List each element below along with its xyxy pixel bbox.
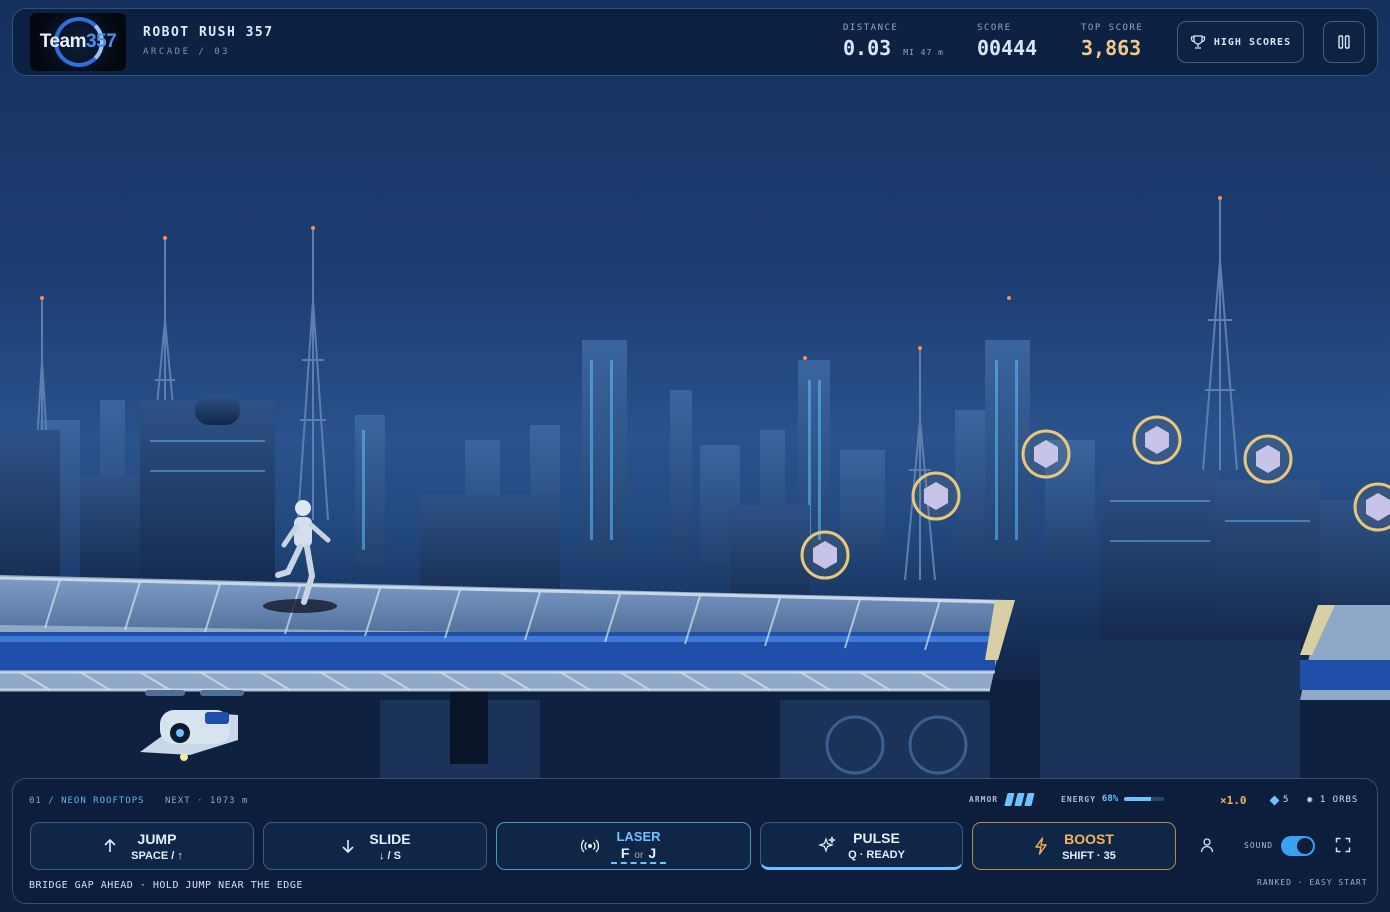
distance-stat: DISTANCE 0.03 MI 47 m xyxy=(843,23,944,60)
level-indicator: 01 / NEON ROOFTOPS xyxy=(29,796,145,806)
top-score-label: TOP SCORE xyxy=(1081,23,1144,33)
armor-label: ARMOR xyxy=(969,795,999,804)
energy-value: 68% xyxy=(1101,794,1119,804)
high-scores-label: HIGH SCORES xyxy=(1213,36,1292,48)
armor-pip xyxy=(1014,793,1025,806)
slide-label: SLIDE xyxy=(369,830,411,847)
laser-key-b: J xyxy=(648,844,657,861)
jump-button[interactable]: JUMP SPACE / ↑ xyxy=(30,822,254,870)
game-scene[interactable] xyxy=(0,0,1390,912)
profile-button[interactable] xyxy=(1199,837,1215,853)
pulse-label: PULSE xyxy=(853,829,900,846)
next-distance: NEXT · 1073 m xyxy=(165,796,249,806)
arrow-up-icon xyxy=(101,837,119,855)
slide-key: ↓ / S xyxy=(378,849,401,862)
broadcast-icon xyxy=(580,837,599,855)
team-logo: Team357 xyxy=(30,13,126,71)
armor-pip xyxy=(1004,793,1015,806)
laser-key-or: or xyxy=(634,849,644,861)
boost-button[interactable]: BOOST SHIFT · 35 xyxy=(972,822,1176,870)
energy-label: ENERGY xyxy=(1061,794,1096,804)
game-title: ROBOT RUSH 357 xyxy=(143,25,274,40)
pulse-key: Q · READY xyxy=(848,848,905,861)
game-mode: RANKED · EASY START xyxy=(1257,878,1368,887)
lightning-icon xyxy=(1032,837,1050,855)
armor-pip xyxy=(1024,793,1035,806)
jump-key: SPACE / ↑ xyxy=(131,849,183,862)
pause-icon xyxy=(1338,35,1350,49)
orb-count: ◉ 1 ORBS xyxy=(1307,795,1358,805)
top-score-value: 3,863 xyxy=(1081,36,1142,60)
energy-bar xyxy=(1124,797,1165,801)
score-stat: SCORE 00444 xyxy=(977,23,1037,60)
orb-icon: ◉ xyxy=(1307,795,1314,805)
laser-keys: For J xyxy=(610,844,667,864)
energy-meter: ENERGY 68% xyxy=(1061,794,1165,804)
sound-toggle[interactable] xyxy=(1281,836,1315,856)
distance-unit: MI 47 m xyxy=(903,48,944,57)
bottom-hud: 01 / NEON ROOFTOPS NEXT · 1073 m ARMOR E… xyxy=(12,778,1378,904)
pulse-button[interactable]: PULSE Q · READY xyxy=(760,822,963,870)
logo-text-b: 357 xyxy=(86,31,117,52)
boost-key: SHIFT · 35 xyxy=(1062,849,1116,862)
boost-label: BOOST xyxy=(1064,830,1114,847)
bridge-platform xyxy=(0,575,1015,692)
score-value: 00444 xyxy=(977,36,1038,60)
fullscreen-button[interactable] xyxy=(1335,837,1351,853)
gem-count-value: 5 xyxy=(1283,795,1289,805)
jump-label: JUMP xyxy=(137,830,177,847)
gem-count: 5 xyxy=(1269,795,1289,805)
toggle-knob xyxy=(1297,838,1313,854)
logo-text-a: Team xyxy=(39,31,87,52)
arrow-down-icon xyxy=(339,837,357,855)
trophy-icon xyxy=(1190,35,1206,49)
top-hud: Team357 ROBOT RUSH 357 ARCADE / 03 DISTA… xyxy=(12,8,1378,76)
score-multiplier: ×1.0 xyxy=(1220,794,1247,807)
armor-meter: ARMOR xyxy=(969,793,1035,806)
orb-count-value: 1 ORBS xyxy=(1319,795,1359,805)
top-score-stat: TOP SCORE 3,863 xyxy=(1081,23,1143,60)
armor-pips xyxy=(1004,793,1035,806)
energy-bar-fill xyxy=(1124,797,1152,801)
user-icon xyxy=(1200,838,1214,853)
laser-label: LASER xyxy=(616,828,661,844)
score-label: SCORE xyxy=(977,23,1012,33)
laser-key-a: F xyxy=(620,844,630,861)
distance-value: 0.03 xyxy=(843,36,892,60)
fullscreen-icon xyxy=(1335,837,1351,853)
pause-button[interactable] xyxy=(1323,21,1365,63)
gem-icon xyxy=(1269,795,1280,805)
high-scores-button[interactable]: HIGH SCORES xyxy=(1177,21,1304,63)
sparkle-icon xyxy=(818,836,837,854)
slide-button[interactable]: SLIDE ↓ / S xyxy=(263,822,487,870)
sound-label: SOUND xyxy=(1244,841,1274,850)
hint-text: BRIDGE GAP AHEAD · HOLD JUMP NEAR THE ED… xyxy=(29,880,303,891)
city-background xyxy=(0,196,1390,912)
distance-label: DISTANCE xyxy=(843,23,899,33)
laser-button[interactable]: LASER For J xyxy=(496,822,751,870)
game-subtitle: ARCADE / 03 xyxy=(143,47,231,57)
